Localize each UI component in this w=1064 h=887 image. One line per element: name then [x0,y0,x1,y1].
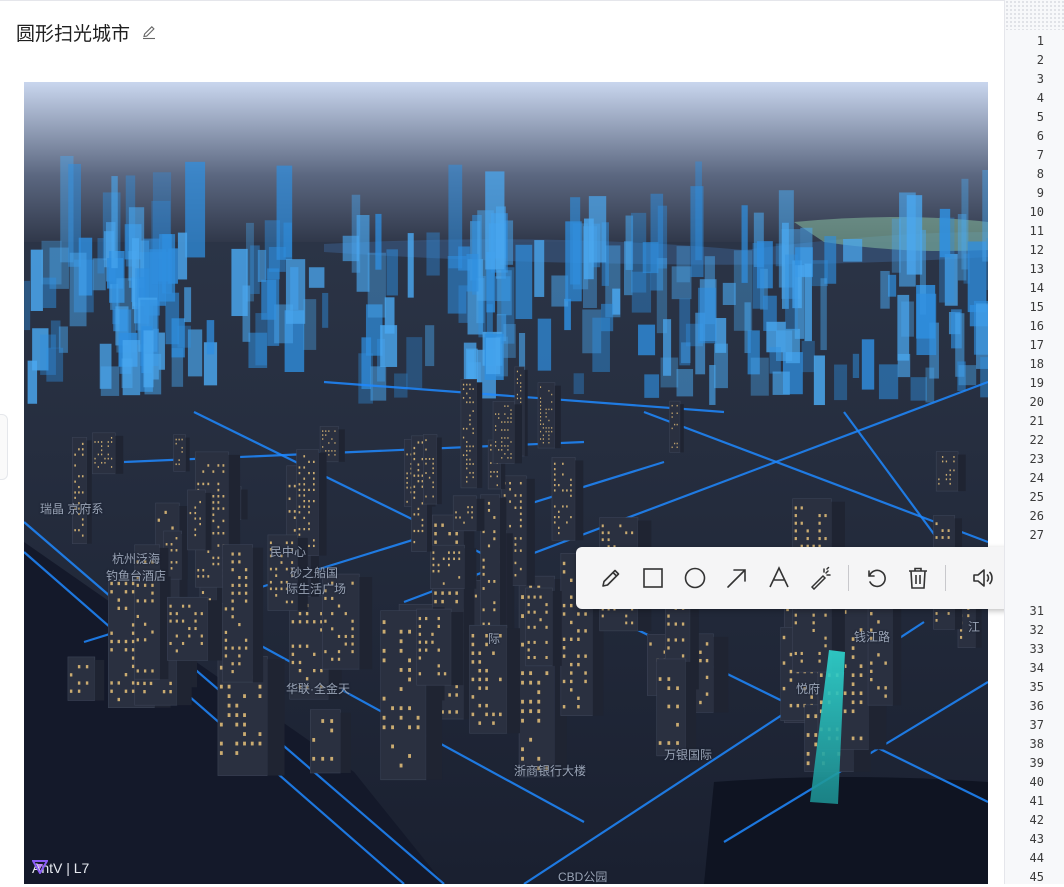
map-label: 际 [488,632,501,646]
line-number: 24 [1029,471,1044,485]
text-tool-button[interactable] [758,558,800,598]
side-handle[interactable] [0,414,8,480]
line-number: 15 [1029,300,1044,314]
text-a-icon [769,566,789,588]
top-border [0,0,1004,1]
map-label: 浙商银行大楼 [514,764,587,778]
toolbar-divider [945,565,946,591]
speaker-icon [973,569,993,587]
undo-icon [868,569,886,588]
line-number: 21 [1029,414,1044,428]
pencil-icon [602,569,620,587]
map-label: CBD公园 [558,870,608,884]
map-label: 砂之船国 [290,566,339,580]
line-number-gutter: 1 2 3 4 5 6 7 8 9 10 11 12 13 14 15 16 17 18 19 20 21 22 23 24 2… [1004,0,1064,884]
line-number: 37 [1029,718,1044,732]
line-number: 45 [1029,870,1044,884]
line-number: 2 [1036,53,1044,67]
line-number: 23 [1029,452,1044,466]
line-number: 7 [1036,148,1044,162]
map-label: 瑞晶 京府系 [40,502,104,516]
line-number: 19 [1029,376,1044,390]
trash-icon [909,567,927,589]
line-number: 8 [1036,167,1044,181]
antv-logo-icon [32,860,48,874]
map-label: 万银国际 [664,748,713,762]
gutter-header [1005,0,1064,30]
line-number: 36 [1029,699,1044,713]
line-number: 17 [1029,338,1044,352]
line-number: 6 [1036,129,1044,143]
arrow-icon [727,569,746,588]
circle-icon [684,567,706,589]
line-number: 14 [1029,281,1044,295]
magic-wand-icon [810,566,831,590]
line-number: 39 [1029,756,1044,770]
line-number: 25 [1029,490,1044,504]
delete-button[interactable] [897,558,939,598]
page-title: 圆形扫光城市 [16,23,131,45]
audio-button[interactable] [962,558,1004,598]
map-label: 钓鱼台酒店 [106,569,167,583]
page-header: 圆形扫光城市 [16,18,158,46]
line-number: 22 [1029,433,1044,447]
line-number: 16 [1029,319,1044,333]
drawing-toolbar [576,547,1064,609]
line-number: 40 [1029,775,1044,789]
line-number: 42 [1029,813,1044,827]
line-number: 5 [1036,110,1044,124]
line-number: 41 [1029,794,1044,808]
line-number: 9 [1036,186,1044,200]
pencil-icon[interactable] [140,23,158,41]
line-number: 11 [1029,224,1044,238]
line-number: 34 [1029,661,1044,675]
line-number: 13 [1029,262,1044,276]
circle-tool-button[interactable] [674,558,716,598]
line-number: 1 [1036,34,1044,48]
magic-wand-tool-button[interactable] [800,558,842,598]
line-number: 27 [1029,528,1044,542]
line-number: 38 [1029,737,1044,751]
square-icon [643,568,663,588]
line-number: 32 [1029,623,1044,637]
line-number: 26 [1029,509,1044,523]
map-label: 江 [968,620,981,634]
line-number: 18 [1029,357,1044,371]
undo-button[interactable] [855,558,897,598]
antv-logo: AntV | L7 [32,860,89,876]
line-number: 35 [1029,680,1044,694]
map-label: 悦府 [796,682,821,696]
line-number: 31 [1029,604,1044,618]
line-number: 43 [1029,832,1044,846]
line-number: 12 [1029,243,1044,257]
map-label: 杭州泛海 [112,552,161,566]
line-number: 4 [1036,91,1044,105]
line-number: 10 [1029,205,1044,219]
line-number: 20 [1029,395,1044,409]
rectangle-tool-button[interactable] [632,558,674,598]
arrow-tool-button[interactable] [716,558,758,598]
line-number: 3 [1036,72,1044,86]
map-label: 民中心 [270,545,307,559]
city-scene [24,82,988,884]
line-number: 33 [1029,642,1044,656]
line-number: 44 [1029,851,1044,865]
map-label: 际生活广场 [286,582,347,596]
map-canvas[interactable]: 瑞晶 京府系 杭州泛海 钓鱼台酒店 民中心 砂之船国 际生活广场 华联·全金天 … [24,82,988,884]
toolbar-divider [848,565,849,591]
map-label: 华联·全金天 [286,682,350,696]
map-label: 钱江路 [854,630,891,644]
pencil-tool-button[interactable] [590,558,632,598]
